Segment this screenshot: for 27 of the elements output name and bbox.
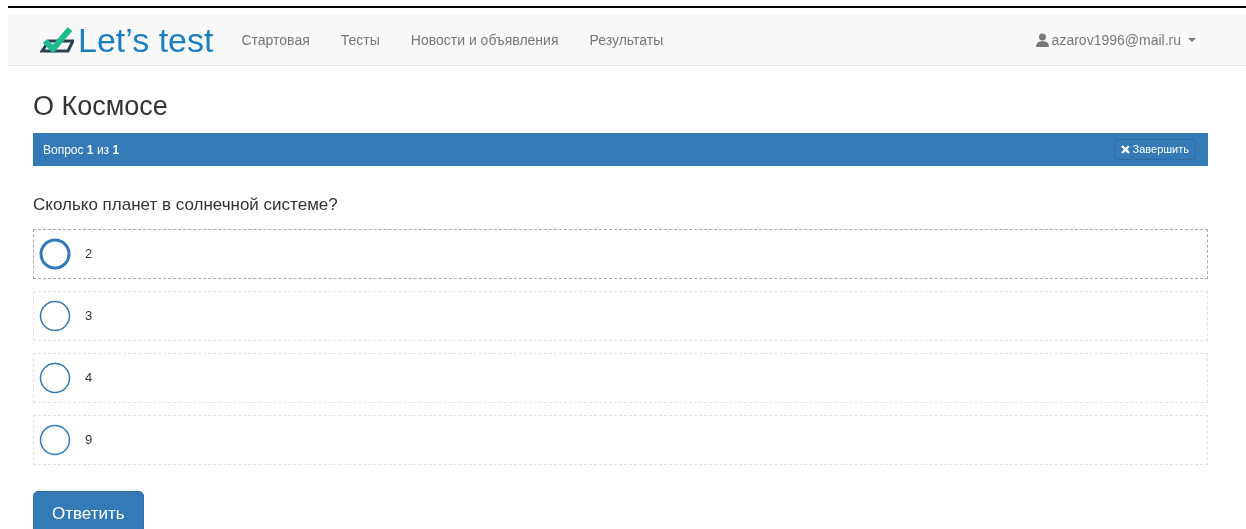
checkbox-logo-icon — [40, 27, 74, 53]
option-label: 9 — [85, 430, 93, 449]
radio-circle-icon — [39, 361, 71, 394]
radio-circle-icon — [39, 237, 71, 270]
caret-icon — [1188, 38, 1196, 42]
question-text: Сколько планет в солнечной системе? — [33, 194, 339, 216]
close-icon — [1120, 145, 1130, 154]
user-icon — [1035, 33, 1049, 47]
radio-circle-icon — [39, 299, 71, 332]
answer-option[interactable]: 3 — [33, 290, 1208, 341]
option-label: 4 — [85, 368, 93, 387]
brand-logo[interactable]: Let’s test — [40, 23, 214, 57]
nav-link[interactable]: Новости и объявления — [410, 29, 559, 51]
finish-button[interactable]: Завершить — [1113, 139, 1196, 160]
answer-option[interactable]: 9 — [33, 414, 1208, 465]
nav-link[interactable]: Стартовая — [241, 29, 310, 51]
user-menu[interactable]: azarov1996@mail.ru — [1035, 29, 1196, 51]
nav-link[interactable]: Тесты — [340, 29, 380, 51]
submit-button[interactable]: Ответить — [33, 490, 144, 529]
question-counter: Вопрос 1 из 1 — [43, 141, 120, 159]
answer-option[interactable]: 2 — [33, 228, 1208, 279]
radio-circle-icon — [39, 423, 71, 456]
test-title: О Космосе — [33, 90, 169, 122]
option-label: 3 — [85, 306, 93, 325]
answer-option[interactable]: 4 — [33, 352, 1208, 403]
option-label: 2 — [85, 244, 93, 263]
nav-link[interactable]: Результаты — [589, 29, 664, 51]
